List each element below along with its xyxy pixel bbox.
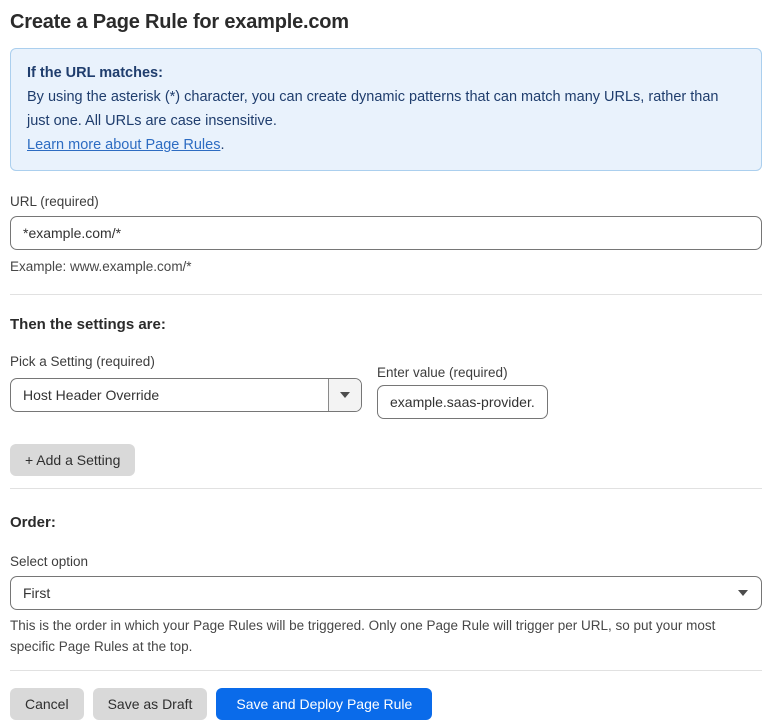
order-select-value: First [23,585,51,601]
settings-row: Pick a Setting (required) Host Header Ov… [10,354,762,419]
url-field-label: URL (required) [10,194,99,209]
setting-value-column: Enter value (required) [377,365,548,419]
chevron-down-icon[interactable] [328,379,361,411]
link-period: . [220,137,225,153]
triangle-glyph [340,392,350,398]
chevron-down-icon [738,590,761,596]
form-actions: Cancel Save as Draft Save and Deploy Pag… [10,688,762,720]
info-box-link-line: Learn more about Page Rules. [27,133,745,157]
save-draft-button[interactable]: Save as Draft [92,688,208,720]
learn-more-link[interactable]: Learn more about Page Rules [27,137,220,153]
add-setting-button[interactable]: + Add a Setting [10,444,136,476]
order-select[interactable]: First [10,576,762,610]
url-input[interactable] [10,216,762,250]
section-divider [10,488,762,489]
url-example-helper: Example: www.example.com/* [10,259,192,274]
order-helper-text: This is the order in which your Page Rul… [10,618,716,654]
triangle-glyph [738,590,748,596]
url-match-info-box: If the URL matches: By using the asteris… [10,48,762,171]
save-deploy-button[interactable]: Save and Deploy Page Rule [216,688,433,720]
section-divider [10,670,762,671]
setting-picker-column: Pick a Setting (required) Host Header Ov… [10,354,362,412]
setting-select-value: Host Header Override [23,387,160,403]
order-section-heading: Order: [10,514,56,531]
info-box-body: By using the asterisk (*) character, you… [27,89,719,129]
create-page-rule-form: Create a Page Rule for example.com If th… [10,10,762,720]
setting-value-input[interactable] [377,385,548,419]
setting-select[interactable]: Host Header Override [10,378,362,412]
value-field-label: Enter value (required) [377,365,508,380]
setting-select-label: Pick a Setting (required) [10,354,155,369]
settings-section-heading: Then the settings are: [10,316,166,333]
order-select-label: Select option [10,554,89,569]
cancel-button[interactable]: Cancel [10,688,84,720]
info-box-heading: If the URL matches: [27,65,163,81]
section-divider [10,294,762,295]
page-title: Create a Page Rule for example.com [10,11,349,33]
